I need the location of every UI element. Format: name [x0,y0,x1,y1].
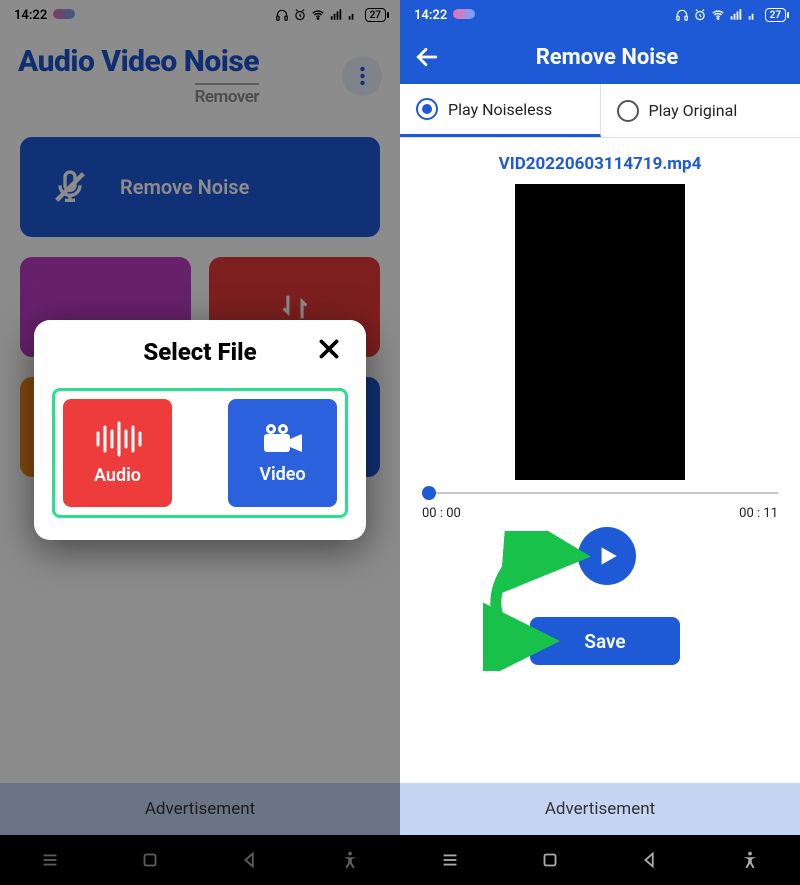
accessibility-icon[interactable] [739,849,761,871]
radio-selected-icon [416,98,438,120]
time-current: 00 : 00 [422,506,461,521]
video-preview[interactable] [515,184,685,480]
tab-label: Play Original [649,101,738,120]
menu-icon[interactable] [439,849,461,871]
home-icon[interactable] [539,849,561,871]
screen-title: Remove Noise [468,45,746,70]
select-audio-button[interactable]: Audio [63,399,172,507]
time-duration: 00 : 11 [739,506,778,521]
tab-play-original[interactable]: Play Original [601,84,800,137]
alarm-icon [693,8,707,22]
app-bar: Remove Noise [400,30,800,84]
select-video-label: Video [259,464,305,485]
play-icon [594,543,620,569]
file-type-selector: Audio Video [52,388,348,518]
signal-icon [729,8,743,22]
status-bar: 14:22 27 [400,0,800,30]
close-button[interactable] [316,336,342,369]
close-icon [316,336,342,362]
back-arrow-icon[interactable] [414,44,440,70]
save-label: Save [584,630,625,653]
android-nav-bar [400,835,800,885]
radio-unselected-icon [617,100,639,122]
seek-slider[interactable] [422,492,778,494]
select-audio-label: Audio [94,465,141,486]
signal-icon [747,8,761,22]
headphones-icon [675,8,689,22]
modal-title: Select File [143,338,256,366]
tab-play-noiseless[interactable]: Play Noiseless [400,84,601,137]
play-mode-tabs: Play Noiseless Play Original [400,84,800,138]
select-video-button[interactable]: Video [228,399,337,507]
waveform-icon [93,421,143,457]
wifi-icon [711,8,725,22]
back-icon[interactable] [639,849,661,871]
tab-label: Play Noiseless [448,100,552,119]
select-file-modal: Select File Audio Video [34,320,366,540]
save-button[interactable]: Save [530,617,680,665]
file-name: VID20220603114719.mp4 [400,138,800,184]
seek-thumb[interactable] [422,486,436,500]
ad-banner[interactable]: Advertisement [400,783,800,835]
video-camera-icon [261,422,305,456]
play-button[interactable] [578,527,636,585]
battery-icon: 27 [765,8,786,22]
status-time: 14:22 [414,8,447,23]
